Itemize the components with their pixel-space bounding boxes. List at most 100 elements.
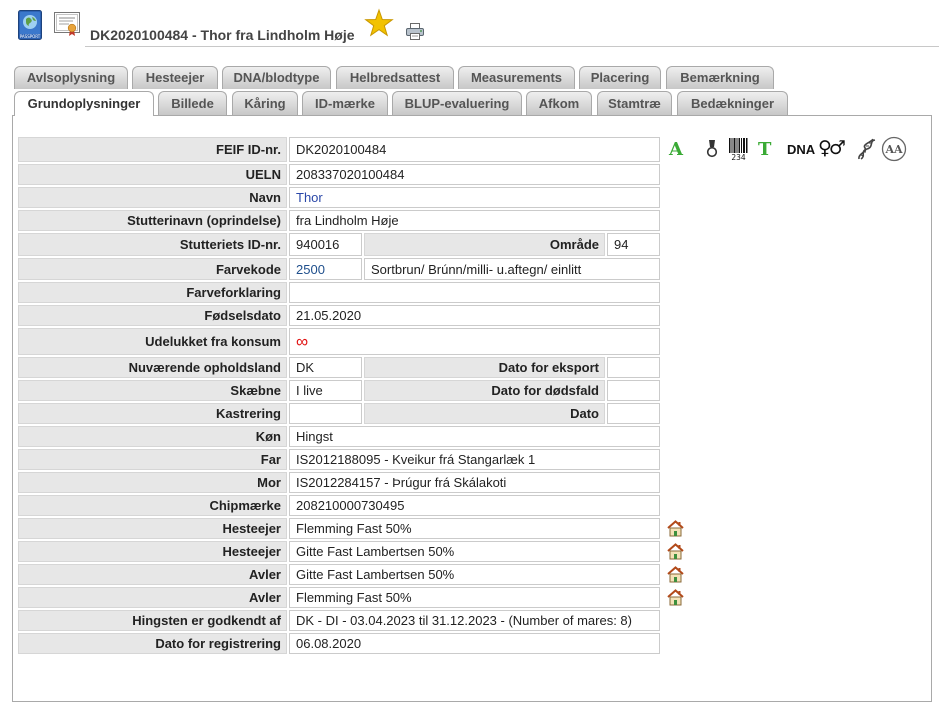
fate-value: I live <box>289 380 362 401</box>
birth-date-label: Fødselsdato <box>18 305 287 326</box>
color-description: Sortbrun/ Brúnn/milli- u.aftegn/ einlitt <box>364 258 660 280</box>
chip-label: Chipmærke <box>18 495 287 516</box>
sire-label: Far <box>18 449 287 470</box>
breeder-label: Avler <box>18 587 287 608</box>
approved-by-value: DK - DI - 03.04.2023 til 31.12.2023 - (N… <box>289 610 660 631</box>
feif-id-label: FEIF ID-nr. <box>18 137 287 162</box>
infinity-icon: ∞ <box>296 331 309 351</box>
test-icon[interactable]: T <box>758 140 771 160</box>
tab-dna-blodtype[interactable]: DNA/blodtype <box>222 66 331 89</box>
death-date-label: Dato for dødsfald <box>364 380 605 401</box>
breeder-label: Avler <box>18 564 287 585</box>
row-color-code: Farvekode 2500 Sortbrun/ Brúnn/milli- u.… <box>18 258 660 280</box>
row-owner-2: Hesteejer Gitte Fast Lambertsen 50% <box>18 541 684 562</box>
medal-icon[interactable] <box>706 140 718 158</box>
area-value: 94 <box>607 233 660 256</box>
area-label: Område <box>364 233 605 256</box>
row-castration: Kastrering Dato <box>18 403 660 424</box>
header-divider <box>85 46 939 47</box>
death-date-value <box>607 380 660 401</box>
sex-label: Køn <box>18 426 287 447</box>
row-owner-1: Hesteejer Flemming Fast 50% <box>18 518 684 539</box>
barcode-number: 234 <box>731 153 746 161</box>
sex-value: Hingst <box>289 426 660 447</box>
tab-billede[interactable]: Billede <box>158 91 227 115</box>
owner-value: Gitte Fast Lambertsen 50% <box>289 541 660 562</box>
tab-afkom[interactable]: Afkom <box>526 91 592 115</box>
stud-id-label: Stutteriets ID-nr. <box>18 233 287 256</box>
tab-measurements[interactable]: Measurements <box>458 66 575 89</box>
color-code-link[interactable]: 2500 <box>296 262 325 277</box>
registration-date-label: Dato for registrering <box>18 633 287 654</box>
registration-date-value: 06.08.2020 <box>289 633 660 654</box>
stud-name-value: fra Lindholm Høje <box>289 210 660 231</box>
fate-label: Skæbne <box>18 380 287 401</box>
row-color-explanation: Farveforklaring <box>18 282 660 303</box>
castration-value <box>289 403 362 424</box>
tab-bemaerkning[interactable]: Bemærkning <box>666 66 774 89</box>
name-cell: Thor <box>289 187 660 208</box>
printer-icon[interactable] <box>406 23 424 40</box>
row-registration-date: Dato for registrering 06.08.2020 <box>18 633 660 654</box>
export-date-value <box>607 357 660 378</box>
color-explanation-label: Farveforklaring <box>18 282 287 303</box>
name-link[interactable]: Thor <box>296 190 323 205</box>
tab-kaaring[interactable]: Kåring <box>232 91 298 115</box>
tab-blup-evaluering[interactable]: BLUP-evaluering <box>392 91 522 115</box>
aa-text: AA <box>884 143 903 156</box>
ueln-label: UELN <box>18 164 287 185</box>
house-icon[interactable] <box>667 566 684 583</box>
house-icon[interactable] <box>667 520 684 537</box>
page-title: DK2020100484 - Thor fra Lindholm Høje <box>90 27 355 43</box>
feif-id-value: DK2020100484 <box>289 137 660 162</box>
row-breeder-2: Avler Flemming Fast 50% <box>18 587 684 608</box>
assessment-icon[interactable]: A <box>669 140 683 160</box>
row-country: Nuværende opholdsland DK Dato for ekspor… <box>18 357 660 378</box>
approved-by-label: Hingsten er godkendt af <box>18 610 287 631</box>
tab-helbredsattest[interactable]: Helbredsattest <box>336 66 454 89</box>
star-icon[interactable] <box>364 7 394 39</box>
tab-id-maerke[interactable]: ID-mærke <box>302 91 388 115</box>
sire-value: IS2012188095 - Kveikur frá Stangarlæk 1 <box>289 449 660 470</box>
tab-stamtrae[interactable]: Stamtræ <box>597 91 672 115</box>
aa-circle-icon[interactable]: AA <box>881 136 907 162</box>
passport-icon[interactable]: PASSPORT <box>18 10 42 40</box>
barcode-icon[interactable]: 234 <box>728 137 749 162</box>
row-breeder-1: Avler Gitte Fast Lambertsen 50% <box>18 564 684 585</box>
row-sire: Far IS2012188095 - Kveikur frá Stangarlæ… <box>18 449 660 470</box>
row-chip: Chipmærke 208210000730495 <box>18 495 660 516</box>
tab-hesteejer[interactable]: Hesteejer <box>132 66 218 89</box>
tab-grundoplysninger[interactable]: Grundoplysninger <box>14 91 154 116</box>
owner-label: Hesteejer <box>18 518 287 539</box>
horse-info-table: FEIF ID-nr. DK2020100484 UELN 2083370201… <box>18 137 684 654</box>
row-sex: Køn Hingst <box>18 426 660 447</box>
owner-label: Hesteejer <box>18 541 287 562</box>
certificate-icon[interactable] <box>54 12 80 36</box>
tab-placering[interactable]: Placering <box>579 66 661 89</box>
castration-label: Kastrering <box>18 403 287 424</box>
dna-label[interactable]: DNA <box>787 142 815 158</box>
row-stud-id: Stutteriets ID-nr. 940016 Område 94 <box>18 233 660 256</box>
tab-bedaekninger[interactable]: Bedækninger <box>677 91 788 115</box>
row-fate: Skæbne I live Dato for dødsfald <box>18 380 660 401</box>
breeder-value: Flemming Fast 50% <box>289 587 660 608</box>
export-date-label: Dato for eksport <box>364 357 605 378</box>
name-label: Navn <box>18 187 287 208</box>
country-label: Nuværende opholdsland <box>18 357 287 378</box>
dam-value: IS2012284157 - Þrúgur frá Skálakoti <box>289 472 660 493</box>
row-birth-date: Fødselsdato 21.05.2020 <box>18 305 660 326</box>
castration-date-value <box>607 403 660 424</box>
house-icon[interactable] <box>667 543 684 560</box>
tab-avlsoplysning[interactable]: Avlsoplysning <box>14 66 128 89</box>
house-icon[interactable] <box>667 589 684 606</box>
excluded-consumption-label: Udelukket fra konsum <box>18 328 287 355</box>
row-name: Navn Thor <box>18 187 660 208</box>
castration-date-label: Dato <box>364 403 605 424</box>
sex-symbol-icon[interactable]: ♀♂ <box>818 137 846 159</box>
country-value: DK <box>289 357 362 378</box>
dna-helix-icon[interactable] <box>856 138 876 160</box>
color-explanation-value <box>289 282 660 303</box>
row-ueln: UELN 208337020100484 <box>18 164 660 185</box>
row-dam: Mor IS2012284157 - Þrúgur frá Skálakoti <box>18 472 660 493</box>
owner-value: Flemming Fast 50% <box>289 518 660 539</box>
